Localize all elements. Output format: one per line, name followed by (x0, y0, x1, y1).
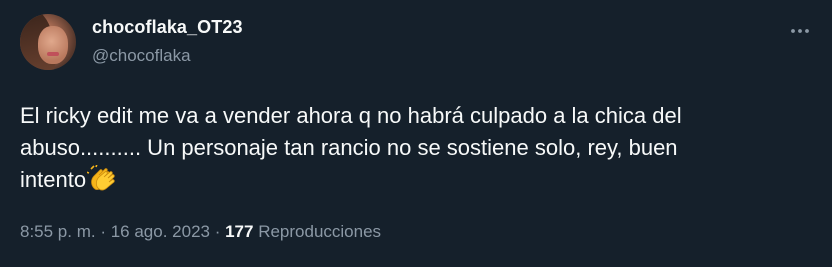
clapping-hands-emoji (87, 165, 115, 191)
tweet-text-line-3-text: intento (20, 167, 87, 192)
tweet-text-line-2: abuso.......... Un personaje tan rancio … (20, 135, 678, 160)
meta-separator: · (95, 222, 111, 241)
tweet-time[interactable]: 8:55 p. m. (20, 222, 96, 241)
more-horizontal-icon (791, 29, 809, 33)
tweet-text: El ricky edit me va a vender ahora q no … (20, 100, 810, 196)
tweet-text-line-3: intento (20, 164, 810, 196)
tweet-meta: 8:55 p. m. · 16 ago. 2023 · 177 Reproduc… (20, 222, 381, 242)
tweet: chocoflaka_OT23 @chocoflaka El ricky edi… (0, 0, 832, 267)
more-options-button[interactable] (786, 17, 814, 45)
user-handle[interactable]: @chocoflaka (92, 46, 191, 66)
avatar-face (38, 26, 68, 64)
tweet-date[interactable]: 16 ago. 2023 (111, 222, 210, 241)
views-label: Reproducciones (253, 222, 382, 241)
tweet-text-line-1: El ricky edit me va a vender ahora q no … (20, 103, 682, 128)
avatar-lips (47, 52, 59, 56)
views-count: 177 (225, 222, 254, 241)
avatar[interactable] (20, 14, 76, 70)
display-name[interactable]: chocoflaka_OT23 (92, 17, 243, 38)
meta-separator: · (209, 222, 226, 241)
